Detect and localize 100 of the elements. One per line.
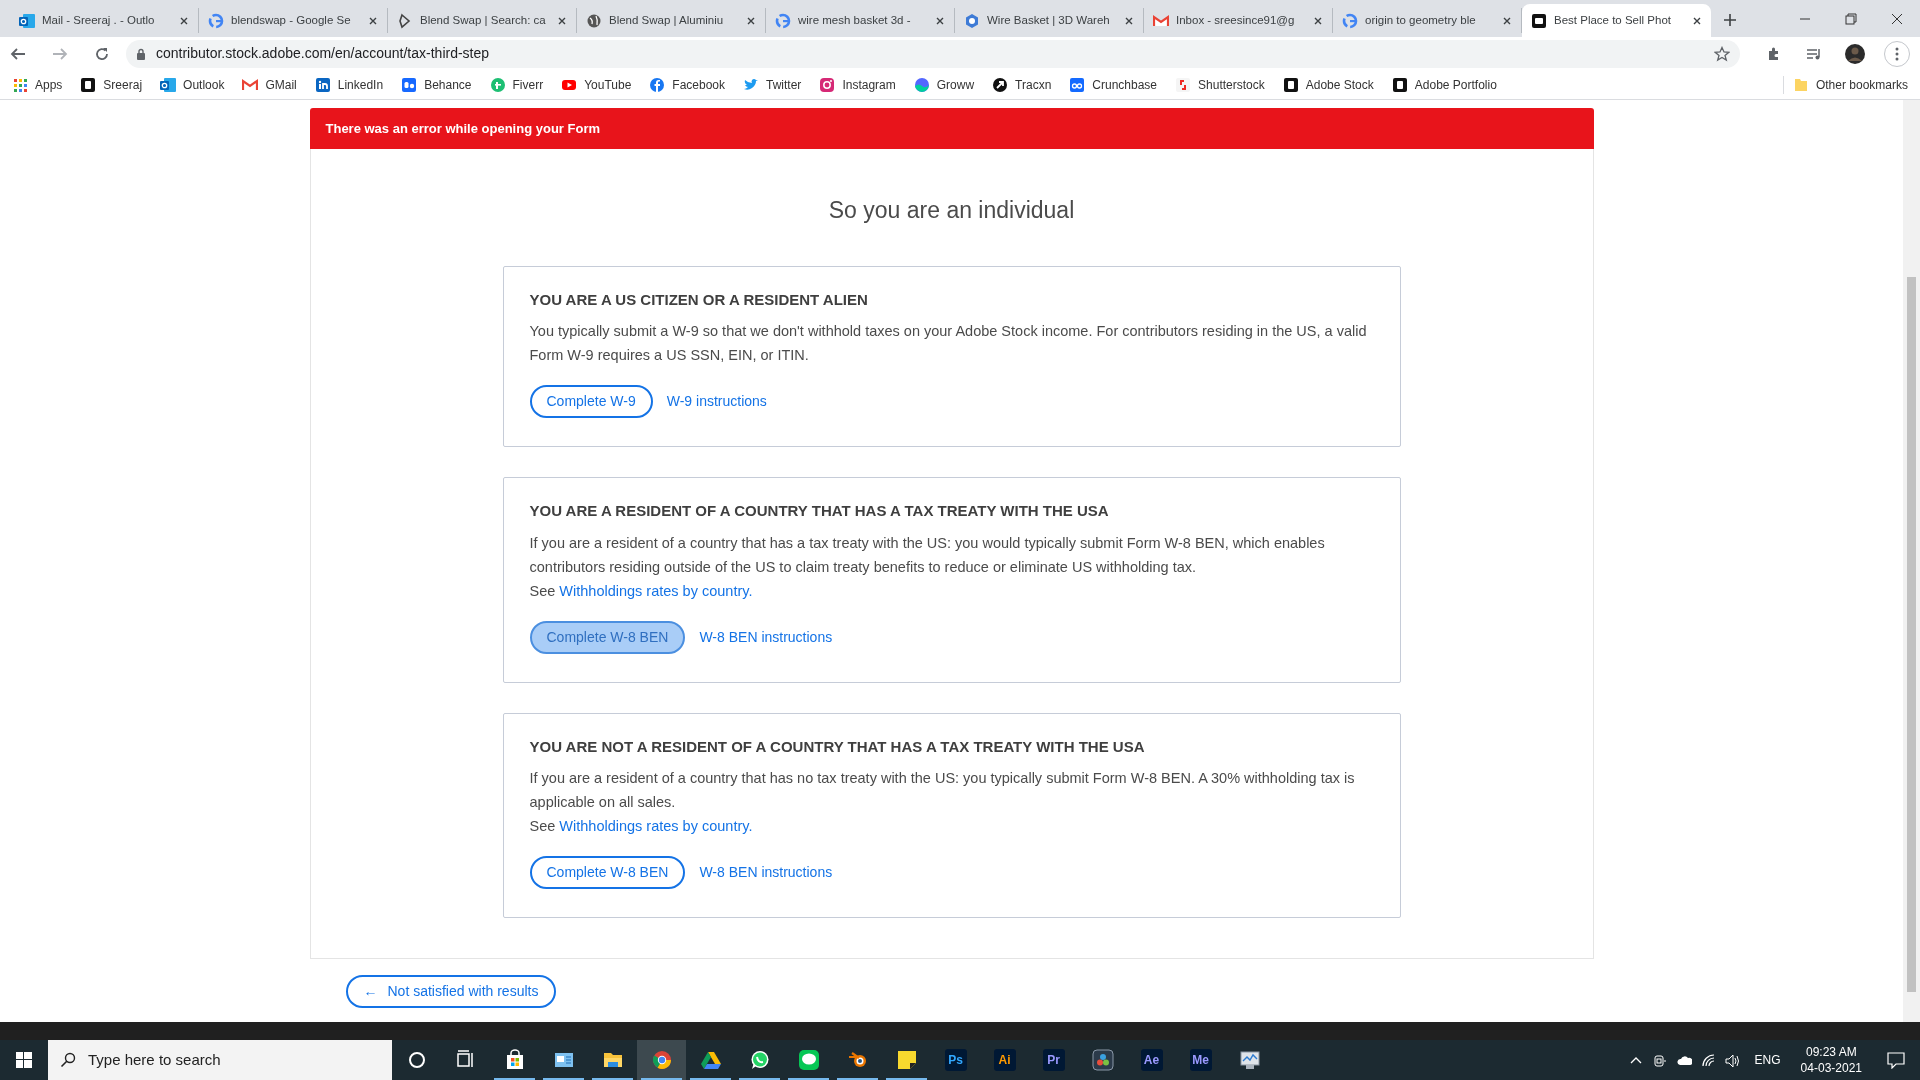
bookmark-item[interactable]: Fiverr <box>489 75 544 94</box>
behance-icon <box>401 76 418 93</box>
close-icon <box>1692 15 1702 26</box>
app-icon: Ai <box>993 1049 1016 1071</box>
close-icon <box>1891 12 1903 25</box>
complete-form-button[interactable]: Complete W-8 BEN <box>529 856 686 889</box>
language-indicator[interactable]: ENG <box>1754 1051 1781 1069</box>
avatar-icon <box>1844 42 1866 65</box>
taskbar-app[interactable]: Ai <box>980 1040 1029 1080</box>
close-icon <box>935 15 945 26</box>
taskbar-search[interactable]: Type here to search <box>48 1040 392 1080</box>
browser-tab[interactable]: Inbox - sreesince91@g <box>1144 8 1333 33</box>
app-icon: Pr <box>1042 1049 1065 1071</box>
browser-tab[interactable]: Blend Swap | Aluminiu <box>577 8 766 33</box>
google-icon <box>1342 12 1358 29</box>
groww-icon <box>913 76 930 93</box>
bookmark-item[interactable]: Tracxn <box>992 75 1052 94</box>
google-icon <box>208 12 224 29</box>
close-icon <box>746 15 756 26</box>
bookmark-item[interactable]: Shutterstock <box>1175 75 1265 94</box>
restore-icon <box>1845 12 1857 25</box>
bookmark-item[interactable]: Adobe Portfolio <box>1391 75 1497 94</box>
close-icon <box>368 15 378 26</box>
tab-title: origin to geometry ble <box>1365 12 1476 28</box>
bookmark-item[interactable]: Apps <box>12 75 63 94</box>
tracxn-icon <box>992 76 1009 93</box>
taskbar-app[interactable]: Pr <box>1029 1040 1078 1080</box>
instructions-link[interactable]: W-8 BEN instructions <box>699 862 833 883</box>
new-tab-icon <box>1723 13 1737 27</box>
close-icon <box>1124 15 1134 26</box>
back-button[interactable]: ← Not satisfied with results <box>345 975 557 1008</box>
more-icon <box>1895 46 1899 61</box>
browser-tab[interactable]: blendswap - Google Se <box>199 8 388 33</box>
browser-tab[interactable]: wire mesh basket 3d - <box>766 8 955 33</box>
monitor-icon <box>1238 1049 1261 1071</box>
gmail-icon <box>1153 12 1169 29</box>
forward-icon <box>52 45 68 62</box>
linkedin-icon <box>314 76 331 93</box>
reload-icon <box>94 45 110 62</box>
search-icon <box>60 1052 76 1068</box>
taskbar-app[interactable]: Ae <box>1127 1040 1176 1080</box>
close-icon <box>179 15 189 26</box>
bookmark-item[interactable]: Crunchbase <box>1069 75 1158 94</box>
see-text: See <box>529 581 556 601</box>
bookmark-item[interactable]: Instagram <box>819 75 896 94</box>
windows-icon <box>16 1052 32 1068</box>
browser-tab[interactable]: Mail - Sreeraj . - Outlo <box>10 8 199 33</box>
bookmark-item[interactable]: Outlook <box>160 75 225 94</box>
bookmark-item[interactable]: Behance <box>401 75 472 94</box>
tab-title: Inbox - sreesince91@g <box>1176 12 1295 28</box>
option-description: You typically submit a W-9 so that we don't withhold taxes on your Adobe Stock income. For contributors residing in the US, a valid Form W-9 requires a US SSN, EIN, or ITIN. <box>529 322 1368 365</box>
rates-link[interactable]: Withholdings rates by country. <box>559 578 753 603</box>
gmail-icon <box>242 76 259 93</box>
browser-tab[interactable]: Best Place to Sell Phot <box>1522 4 1711 37</box>
bookmark-item[interactable]: Sreeraj <box>80 75 143 94</box>
speaker-icon <box>1725 1052 1741 1068</box>
tab-title: Blend Swap | Aluminiu <box>609 12 724 28</box>
bookmark-item[interactable]: Adobe Stock <box>1282 75 1374 94</box>
sticky-note-icon <box>895 1049 918 1071</box>
fiverr-icon <box>489 76 506 93</box>
bookmark-item[interactable]: YouTube <box>561 75 632 94</box>
app-icon: Ps <box>944 1049 967 1071</box>
star-icon <box>1714 45 1730 62</box>
scrollbar-thumb[interactable] <box>1907 277 1916 992</box>
bookmark-item[interactable]: Twitter <box>743 75 802 94</box>
facebook-icon <box>649 76 666 93</box>
instructions-link[interactable]: W-8 BEN instructions <box>699 626 833 648</box>
taskbar-app[interactable]: Ps <box>931 1040 980 1080</box>
tab-title: Best Place to Sell Phot <box>1554 12 1671 28</box>
instructions-link[interactable]: W-9 instructions <box>666 391 767 412</box>
complete-form-button[interactable]: Complete W-9 <box>529 385 653 418</box>
bookmark-item[interactable]: LinkedIn <box>314 75 384 94</box>
option-title: YOU ARE NOT A RESIDENT OF A COUNTRY THAT HAS A TAX TREATY WITH THE USA <box>529 736 1146 757</box>
option-title: YOU ARE A US CITIZEN OR A RESIDENT ALIEN <box>529 289 869 310</box>
browser-tab[interactable]: Blend Swap | Search: ca <box>388 8 577 33</box>
url-text: contributor.stock.adobe.com/en/account/tax-third-step <box>156 44 491 63</box>
address-bar[interactable]: contributor.stock.adobe.com/en/account/tax-third-step <box>126 39 1740 68</box>
taskbar-app[interactable]: Me <box>1176 1040 1225 1080</box>
app-icon: Ae <box>1140 1049 1163 1071</box>
other-bookmarks[interactable]: Other bookmarks <box>1782 75 1908 94</box>
bookmark-item[interactable]: GMail <box>242 75 297 94</box>
square-icon <box>80 76 97 93</box>
folder-icon <box>1793 76 1808 93</box>
page-heading: So you are an individual <box>828 196 1075 225</box>
browser-tab[interactable]: Wire Basket | 3D Wareh <box>955 8 1144 33</box>
back-icon <box>10 45 26 62</box>
tab-title: Blend Swap | Search: ca <box>420 12 546 28</box>
rates-link[interactable]: Withholdings rates by country. <box>559 814 753 838</box>
bookmark-item[interactable]: Facebook <box>649 75 726 94</box>
instagram-icon <box>819 76 836 93</box>
resolve-icon <box>1091 1049 1114 1071</box>
close-icon <box>1502 15 1512 26</box>
google-icon <box>775 12 791 29</box>
scrollbar[interactable] <box>1903 100 1920 1022</box>
outlook-icon <box>160 76 177 93</box>
tab-title: Mail - Sreeraj . - Outlo <box>42 12 155 28</box>
see-text: See <box>529 817 556 836</box>
clock[interactable]: 09:23 AM 04-03-2021 <box>1800 1044 1862 1076</box>
bookmark-item[interactable]: Groww <box>913 75 975 94</box>
app-icon: Me <box>1189 1049 1212 1071</box>
